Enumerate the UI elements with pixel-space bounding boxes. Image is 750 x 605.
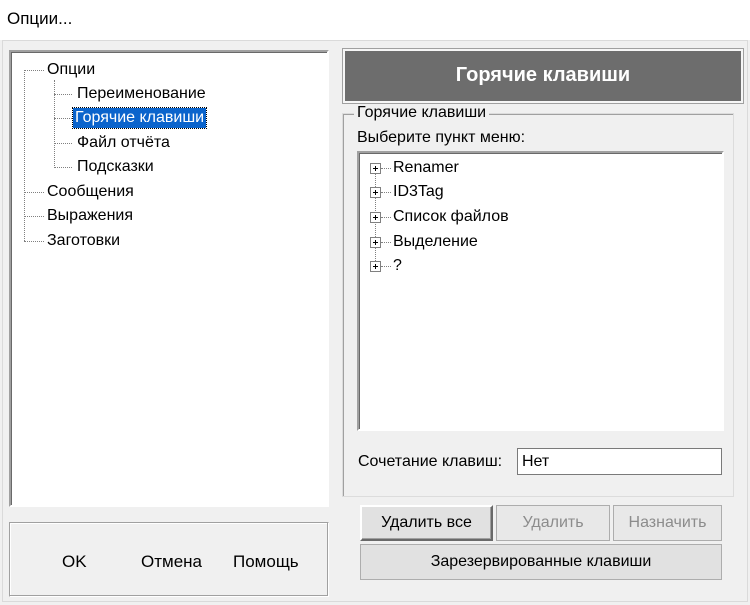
tree-line	[54, 143, 72, 144]
tree-line	[381, 168, 391, 169]
nav-tree[interactable]: Опции Переименование Горячие клавиши Фай…	[9, 50, 329, 507]
menu-item-file-list[interactable]: Список файлов	[393, 207, 509, 227]
delete-all-button[interactable]: Удалить все	[360, 505, 493, 541]
delete-button[interactable]: Удалить	[496, 505, 610, 541]
expand-icon[interactable]	[370, 163, 381, 174]
panel-header: Горячие клавиши	[343, 49, 743, 103]
groupbox-title: Горячие клавиши	[354, 104, 490, 122]
tree-item-hotkeys[interactable]: Горячие клавиши	[71, 107, 208, 129]
tree-item-options[interactable]: Опции	[47, 60, 95, 80]
tree-line	[381, 217, 391, 218]
tree-line	[381, 192, 391, 193]
expand-icon[interactable]	[370, 237, 381, 248]
assign-button[interactable]: Назначить	[613, 505, 722, 541]
help-button[interactable]: Помощь	[233, 552, 299, 572]
tree-line	[24, 70, 44, 71]
tree-line	[54, 167, 72, 168]
tree-item-report-file[interactable]: Файл отчёта	[77, 133, 170, 153]
tree-item-renaming[interactable]: Переименование	[77, 84, 206, 104]
expand-icon[interactable]	[370, 261, 381, 272]
tree-line	[381, 266, 391, 267]
tree-item-hints[interactable]: Подсказки	[77, 157, 154, 177]
tree-line	[24, 241, 44, 242]
tree-item-messages[interactable]: Сообщения	[47, 182, 134, 202]
tree-line	[54, 118, 72, 119]
tree-line	[54, 80, 55, 166]
cancel-button[interactable]: Отмена	[141, 552, 202, 572]
tree-item-templates[interactable]: Заготовки	[47, 231, 120, 251]
tree-line	[24, 216, 44, 217]
panel-header-title: Горячие клавиши	[455, 64, 631, 86]
menu-item-id3tag[interactable]: ID3Tag	[393, 182, 444, 202]
reserved-keys-button[interactable]: Зарезервированные клавиши	[360, 544, 722, 580]
shortcut-label: Сочетание клавиш:	[358, 453, 503, 470]
menu-items-tree[interactable]: Renamer ID3Tag Список файлов Выделение ?	[357, 151, 724, 431]
menu-item-help[interactable]: ?	[393, 256, 402, 276]
tree-item-expressions[interactable]: Выражения	[47, 206, 133, 226]
shortcut-input[interactable]	[517, 448, 722, 475]
tree-line	[24, 192, 44, 193]
menu-item-selection[interactable]: Выделение	[393, 232, 478, 252]
tree-line	[381, 242, 391, 243]
menu-item-renamer[interactable]: Renamer	[393, 158, 459, 178]
expand-icon[interactable]	[370, 187, 381, 198]
window-title: Опции...	[7, 9, 73, 28]
tree-line	[54, 94, 72, 95]
title-bar: Опции...	[0, 0, 750, 40]
menu-prompt-label: Выберите пункт меню:	[357, 129, 526, 146]
expand-icon[interactable]	[370, 212, 381, 223]
ok-button[interactable]: OK	[62, 552, 87, 572]
